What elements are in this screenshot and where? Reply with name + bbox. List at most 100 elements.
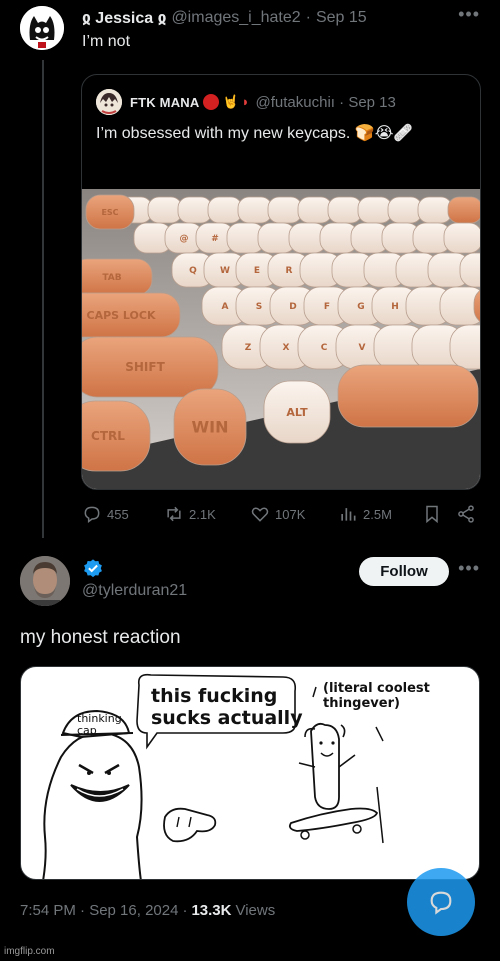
- keycap: [387, 196, 423, 224]
- speech-line-1: this fucking: [151, 685, 278, 707]
- svg-text:V: V: [359, 343, 366, 353]
- tweet-header: ჲ Jessica ჲ @images_i_hate2 · Sep 15: [82, 6, 480, 30]
- keycap: [207, 196, 243, 224]
- quoted-tweet-text: I’m obsessed with my new keycaps. 🍞😭🩹: [96, 125, 414, 142]
- keycap: [449, 324, 480, 370]
- keycap-esc: ESC: [85, 194, 135, 230]
- svg-text:E: E: [254, 266, 260, 276]
- repost-button[interactable]: 2.1K: [164, 504, 216, 524]
- svg-text:Q: Q: [189, 266, 197, 276]
- handle[interactable]: @futakuchiı: [256, 94, 335, 111]
- verified-badge-icon: [84, 559, 102, 578]
- tweet-action-bar: 455 2.1K 107K 2.5M: [82, 504, 482, 528]
- hat-label: thinking cap: [77, 713, 122, 737]
- timestamp[interactable]: 7:54 PM · Sep 16, 2024: [20, 902, 178, 919]
- rock-hand-emoji-icon: 🤘: [222, 94, 239, 109]
- more-options-icon[interactable]: •••: [458, 558, 480, 579]
- keycap-caps-lock: CAPS LOCK: [82, 292, 181, 338]
- views-count: 2.5M: [363, 506, 392, 522]
- svg-text:@: @: [180, 234, 189, 244]
- svg-text:F: F: [324, 302, 330, 312]
- keyboard-illustration: @ # Q W E R A S D F G H Z X C V ESC TAB CAPS LOCK SHIFT CTR…: [82, 189, 480, 489]
- cat-avatar-icon: [20, 6, 64, 50]
- more-options-icon[interactable]: •••: [458, 4, 480, 25]
- tweet-meta: 7:54 PM · Sep 16, 2024 · 13.3K Views: [20, 902, 275, 919]
- repost-count: 2.1K: [189, 506, 216, 522]
- reply-count: 455: [107, 506, 129, 522]
- keycap-tab: TAB: [82, 258, 153, 296]
- keycap: [327, 196, 363, 224]
- tweet-date[interactable]: Sep 13: [348, 94, 396, 111]
- separator: ·: [334, 93, 349, 111]
- share-icon: [458, 505, 474, 523]
- display-name[interactable]: FTK MANA: [130, 95, 199, 110]
- handle[interactable]: @images_i_hate2: [171, 9, 300, 27]
- tweet-text: I’m not: [82, 33, 131, 50]
- man-portrait-icon: [20, 556, 70, 606]
- svg-text:SHIFT: SHIFT: [125, 360, 165, 374]
- keycap-spacebar: [337, 364, 479, 428]
- bookmark-button[interactable]: [422, 504, 442, 524]
- tweet-date[interactable]: Sep 15: [316, 9, 367, 27]
- meme-image[interactable]: this fucking sucks actually (literal coo…: [20, 666, 480, 880]
- follow-button[interactable]: Follow: [359, 557, 449, 586]
- speech-bubble-text: this fucking sucks actually: [151, 685, 303, 729]
- keycap-ctrl: CTRL: [82, 400, 151, 472]
- bookmark-icon: [426, 505, 438, 524]
- keycap-win: WIN: [173, 388, 247, 466]
- views-label: Views: [235, 902, 276, 919]
- repost-icon: [167, 506, 181, 522]
- svg-text:D: D: [289, 302, 296, 312]
- keycap: [459, 252, 480, 288]
- reply-icon: [84, 506, 100, 523]
- display-name[interactable]: ჲ Jessica ჲ: [82, 8, 166, 28]
- svg-text:H: H: [391, 302, 399, 312]
- thread-connector-line: [42, 60, 44, 538]
- anime-avatar-icon: [96, 89, 122, 115]
- quoted-tweet-card[interactable]: FTK MANA 🤘 ◗ @futakuchiı · Sep 13 I’m ob…: [81, 74, 481, 490]
- keycap: [297, 196, 333, 224]
- avatar[interactable]: [20, 556, 70, 606]
- keycap: [443, 222, 480, 254]
- message-bubble-icon: [430, 891, 452, 915]
- svg-text:G: G: [357, 302, 364, 312]
- svg-text:ALT: ALT: [286, 406, 308, 419]
- svg-text:S: S: [256, 302, 262, 312]
- keycaps-photo[interactable]: @ # Q W E R A S D F G H Z X C V ESC TAB CAPS LOCK SHIFT CTR…: [82, 189, 480, 489]
- svg-text:WIN: WIN: [192, 418, 229, 437]
- keycap: [267, 196, 303, 224]
- keycap-alt: ALT: [263, 380, 331, 444]
- keycap: [237, 196, 273, 224]
- avatar: [96, 89, 122, 115]
- keycap: [417, 196, 453, 224]
- keycap: [147, 196, 183, 224]
- svg-text:ESC: ESC: [101, 208, 118, 217]
- views-button[interactable]: 2.5M: [338, 504, 392, 524]
- like-count: 107K: [275, 506, 306, 522]
- svg-text:W: W: [220, 266, 230, 276]
- svg-text:C: C: [321, 343, 328, 353]
- speech-line-2: sucks actually: [151, 707, 303, 729]
- svg-text:R: R: [286, 266, 293, 276]
- svg-text:CAPS LOCK: CAPS LOCK: [87, 309, 156, 322]
- compose-message-button[interactable]: [407, 868, 475, 936]
- watermelon-emoji-icon: ◗: [241, 94, 250, 109]
- watermark: imgflip.com: [4, 946, 55, 957]
- svg-text:CTRL: CTRL: [91, 429, 125, 443]
- separator: ·: [305, 9, 311, 26]
- reply-button[interactable]: 455: [82, 504, 129, 524]
- keycap: [357, 196, 393, 224]
- name-emojis: 🤘 ◗: [203, 94, 250, 110]
- avatar[interactable]: [20, 6, 64, 50]
- hat-label-line-2: cap: [77, 724, 97, 737]
- like-button[interactable]: 107K: [250, 504, 305, 524]
- heart-icon: [251, 507, 269, 522]
- keycap: [447, 196, 480, 224]
- svg-text:A: A: [222, 302, 229, 312]
- keycap: [177, 196, 213, 224]
- red-circle-emoji-icon: [203, 94, 220, 110]
- reply-text: my honest reaction: [20, 627, 181, 648]
- share-button[interactable]: [456, 504, 476, 524]
- handle[interactable]: @tylerduran21: [82, 582, 187, 600]
- svg-text:TAB: TAB: [102, 273, 121, 283]
